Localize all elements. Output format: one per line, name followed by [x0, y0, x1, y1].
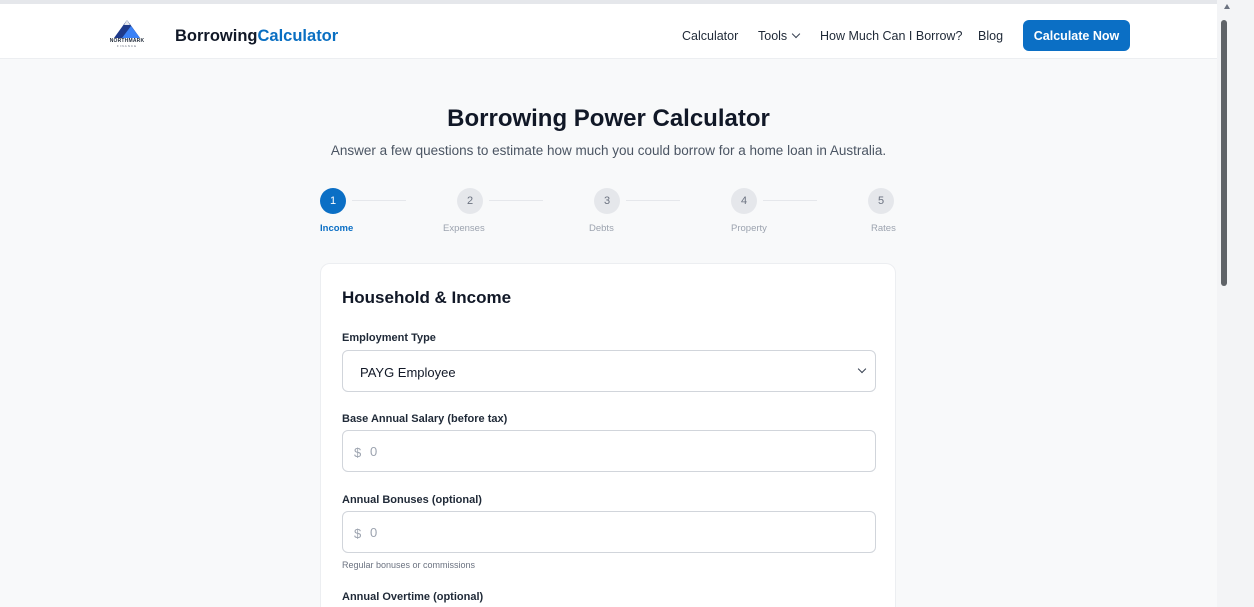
step-2-label: Expenses	[443, 223, 485, 234]
scrollbar[interactable]	[1217, 0, 1254, 607]
base-salary-input[interactable]	[370, 432, 860, 470]
nav-link-tools[interactable]: Tools	[758, 29, 801, 43]
annual-overtime-label: Annual Overtime (optional)	[342, 591, 484, 603]
nav-link-tools-label: Tools	[758, 29, 788, 43]
brand-name-part2: Calculator	[257, 27, 339, 45]
step-3-label: Debts	[589, 223, 614, 234]
brand-name-part1: Borrowing	[175, 27, 258, 45]
logo-subtext: FINANCE	[116, 44, 138, 48]
step-3-circle[interactable]: 3	[594, 188, 620, 214]
brand-name[interactable]: BorrowingCalculator	[175, 27, 338, 46]
step-connector	[352, 200, 406, 201]
annual-bonuses-input[interactable]	[370, 513, 860, 551]
step-1-label: Income	[320, 223, 354, 234]
nav-link-how-much-can-i-borrow[interactable]: How Much Can I Borrow?	[820, 29, 962, 43]
employment-type-value: PAYG Employee	[360, 365, 456, 380]
income-form-card: Household & Income Employment Type PAYG …	[320, 263, 896, 607]
form-section-title: Household & Income	[342, 288, 512, 307]
annual-bonuses-field[interactable]: $	[342, 511, 876, 553]
page-subtitle: Answer a few questions to estimate how m…	[330, 143, 887, 158]
chevron-down-icon	[857, 364, 867, 374]
currency-prefix: $	[354, 445, 362, 460]
employment-type-select[interactable]: PAYG Employee	[342, 350, 876, 392]
step-2-circle[interactable]: 2	[457, 188, 483, 214]
annual-bonuses-label: Annual Bonuses (optional)	[342, 494, 482, 506]
step-connector	[626, 200, 680, 201]
scroll-up-arrow-icon[interactable]	[1224, 4, 1230, 9]
chevron-down-icon	[791, 29, 801, 39]
page-title: Borrowing Power Calculator	[447, 105, 770, 132]
step-4-label: Property	[731, 223, 767, 234]
step-5-label: Rates	[871, 223, 896, 234]
employment-type-label: Employment Type	[342, 332, 436, 344]
step-5-circle[interactable]: 5	[868, 188, 894, 214]
base-salary-label: Base Annual Salary (before tax)	[342, 413, 508, 425]
base-salary-field[interactable]: $	[342, 430, 876, 472]
scrollbar-thumb[interactable]	[1221, 20, 1227, 286]
nav-link-calculator[interactable]: Calculator	[682, 29, 738, 43]
nav-link-blog[interactable]: Blog	[978, 29, 1003, 43]
currency-prefix: $	[354, 526, 362, 541]
annual-bonuses-helper: Regular bonuses or commissions	[342, 560, 476, 570]
calculate-now-button[interactable]: Calculate Now	[1023, 20, 1130, 51]
step-4-circle[interactable]: 4	[731, 188, 757, 214]
step-connector	[763, 200, 817, 201]
navbar: NORTHMARK FINANCE BorrowingCalculator Ca…	[0, 0, 1217, 59]
step-connector	[489, 200, 543, 201]
step-1-circle[interactable]: 1	[320, 188, 346, 214]
